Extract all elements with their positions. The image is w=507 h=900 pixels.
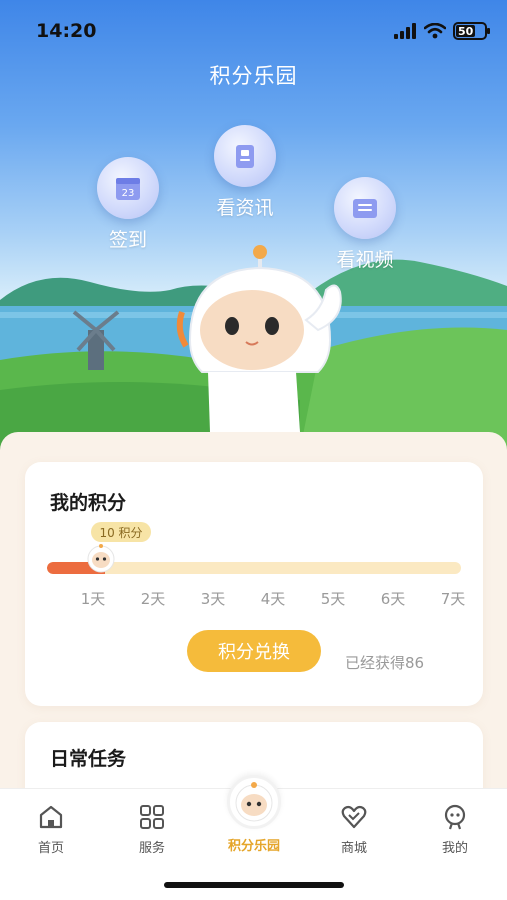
status-bar: 14:20 50 xyxy=(0,0,507,60)
profile-icon xyxy=(444,804,466,830)
day-label: 6天 xyxy=(380,590,406,608)
watch-video-label: 看视频 xyxy=(336,249,394,271)
day-label: 3天 xyxy=(200,590,226,608)
calendar-icon: 23 xyxy=(116,178,140,200)
hero-banner: 14:20 50 积分乐园 23 签到 看资讯 看视频 xyxy=(0,0,507,450)
tab-home-label: 首页 xyxy=(37,841,64,856)
grid-icon xyxy=(140,805,164,829)
points-badge: 10 积分 xyxy=(91,522,151,542)
points-exchange-button[interactable]: 积分兑换 xyxy=(187,630,321,672)
tab-profile-label: 我的 xyxy=(441,841,468,856)
points-title: 我的积分 xyxy=(50,492,127,514)
tab-points-park[interactable]: 积分乐园 xyxy=(224,775,284,854)
checkin-button[interactable]: 23 签到 xyxy=(97,157,159,252)
mascot-progress-icon xyxy=(87,544,115,573)
tab-profile[interactable]: 我的 xyxy=(425,803,485,856)
heart-shop-icon xyxy=(341,805,367,829)
my-points-card: 我的积分 10 积分 1天 2天 3天 4天 5天 6天 7天 积分兑换 已经获… xyxy=(25,462,483,706)
home-icon xyxy=(39,805,63,829)
day-label: 1天 xyxy=(80,590,106,608)
points-earned-text: 已经获得86 xyxy=(345,654,425,672)
mascot-avatar-icon xyxy=(235,782,273,822)
day-label: 5天 xyxy=(320,590,346,608)
tab-points-park-label: 积分乐园 xyxy=(227,839,280,854)
watch-video-button[interactable]: 看视频 xyxy=(334,177,396,272)
day-label: 7天 xyxy=(440,590,466,608)
tab-services-label: 服务 xyxy=(138,841,165,856)
battery-icon: 50 xyxy=(453,22,490,40)
page-title: 积分乐园 xyxy=(209,64,298,88)
book-icon xyxy=(236,145,254,168)
checkin-label: 签到 xyxy=(108,229,147,251)
svg-text:23: 23 xyxy=(122,188,135,199)
tab-services[interactable]: 服务 xyxy=(122,803,182,856)
wifi-icon xyxy=(424,23,446,39)
daily-tasks-title: 日常任务 xyxy=(50,748,127,770)
read-news-label: 看资讯 xyxy=(216,197,274,219)
battery-level: 50 xyxy=(458,24,474,38)
video-list-icon xyxy=(353,199,377,218)
tab-home[interactable]: 首页 xyxy=(21,803,81,856)
tab-mall[interactable]: 商城 xyxy=(324,803,384,856)
tab-mall-label: 商城 xyxy=(340,841,367,856)
home-indicator xyxy=(164,882,344,888)
signal-icon xyxy=(394,23,416,39)
status-time: 14:20 xyxy=(36,20,97,42)
read-news-button[interactable]: 看资讯 xyxy=(214,125,276,220)
day-label: 2天 xyxy=(140,590,166,608)
day-label: 4天 xyxy=(260,590,286,608)
